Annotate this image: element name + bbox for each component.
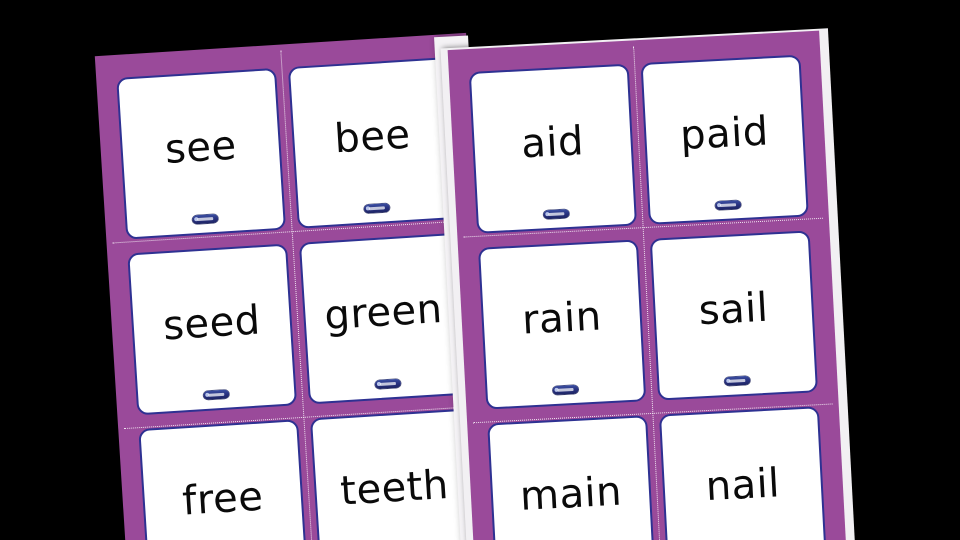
flashcard[interactable]: aid <box>468 63 638 234</box>
twinkl-logo-icon <box>203 389 230 401</box>
flashcard[interactable]: green <box>298 232 469 405</box>
flashcard-cell: sail <box>643 223 824 408</box>
flashcard[interactable]: paid <box>640 54 809 225</box>
flashcard-word: free <box>181 473 265 525</box>
twinkl-logo-icon <box>714 199 742 211</box>
flashcard-word: main <box>518 468 624 520</box>
flashcard[interactable]: rain <box>477 239 647 410</box>
flashcard-word: green <box>323 285 444 340</box>
flashcard[interactable]: sail <box>649 230 819 401</box>
flashcard-cell: aid <box>462 56 643 241</box>
twinkl-logo-icon <box>363 203 391 214</box>
twinkl-logo-icon <box>191 213 219 225</box>
flashcard-word: bee <box>332 111 412 163</box>
flashcard[interactable]: free <box>138 419 309 540</box>
flashcard-word: see <box>163 122 238 173</box>
twinkl-logo-icon <box>374 378 402 390</box>
flashcard-cell: free <box>132 412 315 540</box>
flashcard-cell: main <box>481 408 662 540</box>
flashcard-word: seed <box>161 297 262 350</box>
flashcard[interactable]: see <box>116 67 287 240</box>
twinkl-logo-icon <box>724 375 751 387</box>
flashcard-word: paid <box>679 108 770 160</box>
flashcard[interactable]: seed <box>127 243 298 416</box>
twinkl-logo-icon <box>543 208 570 220</box>
flashcard-word: sail <box>697 284 770 335</box>
flashcard-word: teeth <box>338 461 451 515</box>
flashcard-word: aid <box>520 118 586 168</box>
flashcard-word: rain <box>520 293 603 344</box>
flashcard[interactable]: bee <box>287 57 458 229</box>
twinkl-logo-icon <box>552 384 579 396</box>
flashcard-cell: seed <box>121 236 304 422</box>
flashcard-scene: see bee seed green free teeth aid paid r… <box>0 0 960 540</box>
flashcard-cell: nail <box>653 399 834 540</box>
flashcard-word: nail <box>704 460 781 511</box>
flashcard[interactable]: nail <box>658 406 828 540</box>
flashcard-cell: see <box>110 61 293 247</box>
flashcard-cell: paid <box>634 47 815 232</box>
flashcard-cell: rain <box>472 232 653 417</box>
flashcard[interactable]: main <box>487 415 656 540</box>
flashcard-sheet-right[interactable]: aid paid rain sail main nail <box>447 30 849 540</box>
